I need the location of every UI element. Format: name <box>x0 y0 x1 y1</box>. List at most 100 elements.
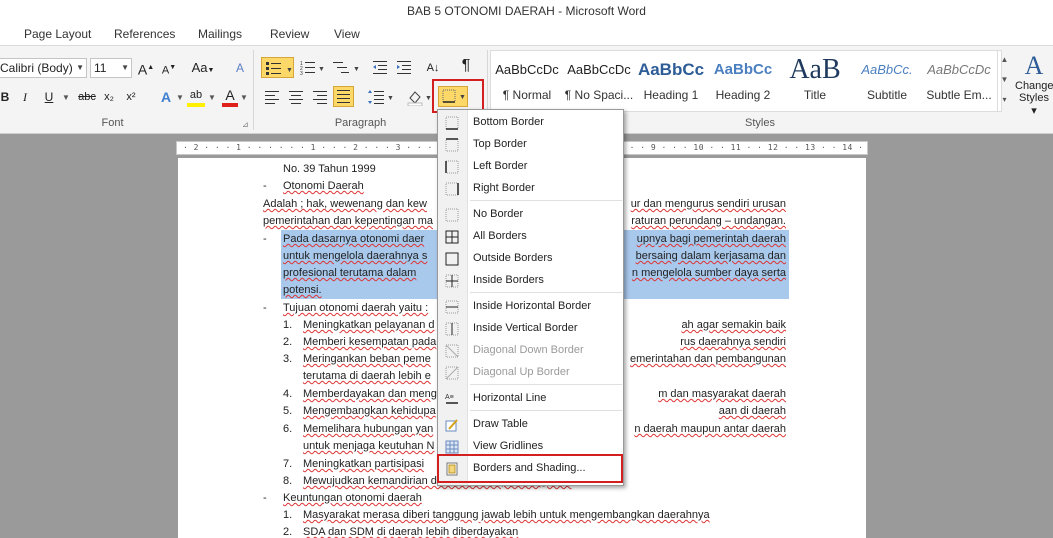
doc-line: terutama di daerah lebih e <box>303 370 431 382</box>
style-sample: AaBbCc. <box>861 62 913 77</box>
subscript-button[interactable]: x₂ <box>101 87 117 107</box>
style-title[interactable]: AaB Title <box>780 52 850 108</box>
superscript-button[interactable]: x² <box>123 87 139 107</box>
bold-button[interactable]: B <box>0 87 12 107</box>
font-name-value: Calibri (Body) <box>0 61 73 75</box>
strikethrough-button[interactable]: abc <box>76 87 98 107</box>
menu-item-no-border[interactable]: No Border <box>438 204 623 226</box>
highlight-button[interactable]: ab <box>187 87 205 107</box>
style-name: Subtle Em... <box>926 88 992 102</box>
show-formatting-button[interactable]: ¶ <box>456 56 476 76</box>
chevron-down-icon[interactable]: ▼ <box>176 93 184 102</box>
menu-item-diagonal-down-border: Diagonal Down Border <box>438 340 623 362</box>
doc-bullet: - <box>263 492 267 504</box>
change-styles-button[interactable]: A Change Styles ▾ <box>1015 52 1053 122</box>
line-spacing-icon[interactable]: ▼ <box>366 88 394 106</box>
numbering-icon[interactable]: 123▼ <box>298 59 326 77</box>
underline-button[interactable]: U <box>42 87 56 107</box>
sort-button[interactable]: A↓ <box>423 58 443 78</box>
tab-page-layout[interactable]: Page Layout <box>24 27 91 41</box>
align-center-icon[interactable] <box>287 88 305 106</box>
menu-item-horizontal-line[interactable]: A≡ Horizontal Line <box>438 388 623 410</box>
style-sample: AaBbCcDc <box>495 62 559 77</box>
doc-list-number: 1. <box>283 509 293 521</box>
tab-mailings[interactable]: Mailings <box>198 27 242 41</box>
menu-item-bottom-border[interactable]: Bottom Border <box>438 112 623 134</box>
menu-item-inside-horizontal-border[interactable]: Inside Horizontal Border <box>438 296 623 318</box>
font-color-button[interactable]: A <box>222 87 238 107</box>
doc-line: Memberdayakan dan meng <box>303 388 437 400</box>
inside-vertical-border-icon <box>445 322 459 336</box>
bullets-button[interactable]: ▼ <box>261 57 294 78</box>
doc-line: Masyarakat merasa diberi tanggung jawab … <box>303 509 710 521</box>
menu-item-label: View Gridlines <box>473 440 544 452</box>
menu-item-label: Bottom Border <box>473 116 544 128</box>
grow-font-icon: A <box>137 61 148 78</box>
style-subtitle[interactable]: AaBbCc. Subtitle <box>852 52 922 108</box>
style-subtle-emphasis[interactable]: AaBbCcDc Subtle Em... <box>924 52 994 108</box>
style-sample: AaBbCcDc <box>567 62 631 77</box>
paragraph-group-label: Paragraph <box>334 117 387 129</box>
menu-item-label: Left Border <box>473 160 528 172</box>
inside-horizontal-border-icon <box>445 300 459 314</box>
style-no-spacing[interactable]: AaBbCcDc ¶ No Spaci... <box>564 52 634 108</box>
change-styles-icon: A <box>1024 51 1044 80</box>
multilevel-list-icon[interactable]: ▼ <box>331 59 361 77</box>
doc-line: Meringankan beban peme <box>303 353 431 365</box>
menu-item-left-border[interactable]: Left Border <box>438 156 623 178</box>
inside-borders-icon <box>445 274 459 288</box>
menu-item-draw-table[interactable]: Draw Table <box>438 414 623 436</box>
menu-item-inside-borders[interactable]: Inside Borders <box>438 270 623 292</box>
menu-item-label: Inside Horizontal Border <box>473 300 592 312</box>
menu-separator <box>470 410 622 411</box>
borders-shading-highlight-box <box>437 454 623 483</box>
change-case-button[interactable]: Aa▼ <box>190 58 216 78</box>
doc-line: emerintahan dan pembangunan <box>630 353 786 365</box>
chevron-down-icon[interactable]: ▼ <box>240 93 248 102</box>
align-right-icon[interactable] <box>311 88 329 106</box>
font-size-combo[interactable]: 11 ▼ <box>90 58 132 78</box>
draw-table-icon <box>445 418 459 432</box>
doc-line: Meningkatkan partisipasi <box>303 458 425 470</box>
style-normal[interactable]: AaBbCcDc ¶ Normal <box>492 52 562 108</box>
change-styles-label: Change <box>1015 80 1053 92</box>
justify-button[interactable] <box>333 86 354 107</box>
style-name: ¶ Normal <box>502 88 552 102</box>
styles-scroll[interactable]: ▲ ▼ ▾ <box>997 50 1011 112</box>
style-heading-1[interactable]: AaBbCc Heading 1 <box>636 52 706 108</box>
menu-item-inside-vertical-border[interactable]: Inside Vertical Border <box>438 318 623 340</box>
font-name-combo[interactable]: Calibri (Body) ▼ <box>0 58 87 78</box>
text-effects-button[interactable]: A <box>158 87 174 107</box>
chevron-down-icon: ▼ <box>121 63 129 72</box>
tab-view[interactable]: View <box>334 27 360 41</box>
dialog-launcher-icon[interactable]: ⊿ <box>242 120 249 129</box>
menu-separator <box>470 384 622 385</box>
menu-item-right-border[interactable]: Right Border <box>438 178 623 200</box>
doc-line: bersaing dalam kerjasama dan <box>635 250 786 262</box>
increase-indent-icon[interactable] <box>395 59 413 77</box>
left-border-icon <box>445 160 459 174</box>
shrink-font-button[interactable]: A▼ <box>160 58 178 78</box>
style-sample: AaBbCc <box>713 61 773 78</box>
style-heading-2[interactable]: AaBbCc Heading 2 <box>708 52 778 108</box>
chevron-down-icon[interactable]: ▼ <box>62 93 70 102</box>
menu-item-outside-borders[interactable]: Outside Borders <box>438 248 623 270</box>
decrease-indent-icon[interactable] <box>371 59 389 77</box>
menu-item-label: Horizontal Line <box>473 392 547 404</box>
tab-references[interactable]: References <box>114 27 175 41</box>
shading-icon[interactable]: ▼ <box>406 88 434 106</box>
menu-item-top-border[interactable]: Top Border <box>438 134 623 156</box>
italic-button[interactable]: I <box>18 87 32 107</box>
borders-dropdown-menu: Bottom Border Top Border Left Border Right … <box>437 109 624 486</box>
clear-formatting-button[interactable]: A <box>231 58 249 78</box>
align-left-icon[interactable] <box>263 88 281 106</box>
doc-line: ah agar semakin baik <box>681 319 786 331</box>
style-name: Subtitle <box>866 88 908 102</box>
ribbon-tabs: Page Layout References Mailings Review V… <box>0 24 1053 46</box>
chevron-down-icon[interactable]: ▼ <box>208 93 216 102</box>
grow-font-button[interactable]: A▲ <box>137 58 155 78</box>
menu-item-all-borders[interactable]: All Borders <box>438 226 623 248</box>
tab-review[interactable]: Review <box>270 27 309 41</box>
doc-line: Mengembangkan kehidupa <box>303 405 436 417</box>
style-sample: AaBbCc <box>637 60 705 79</box>
